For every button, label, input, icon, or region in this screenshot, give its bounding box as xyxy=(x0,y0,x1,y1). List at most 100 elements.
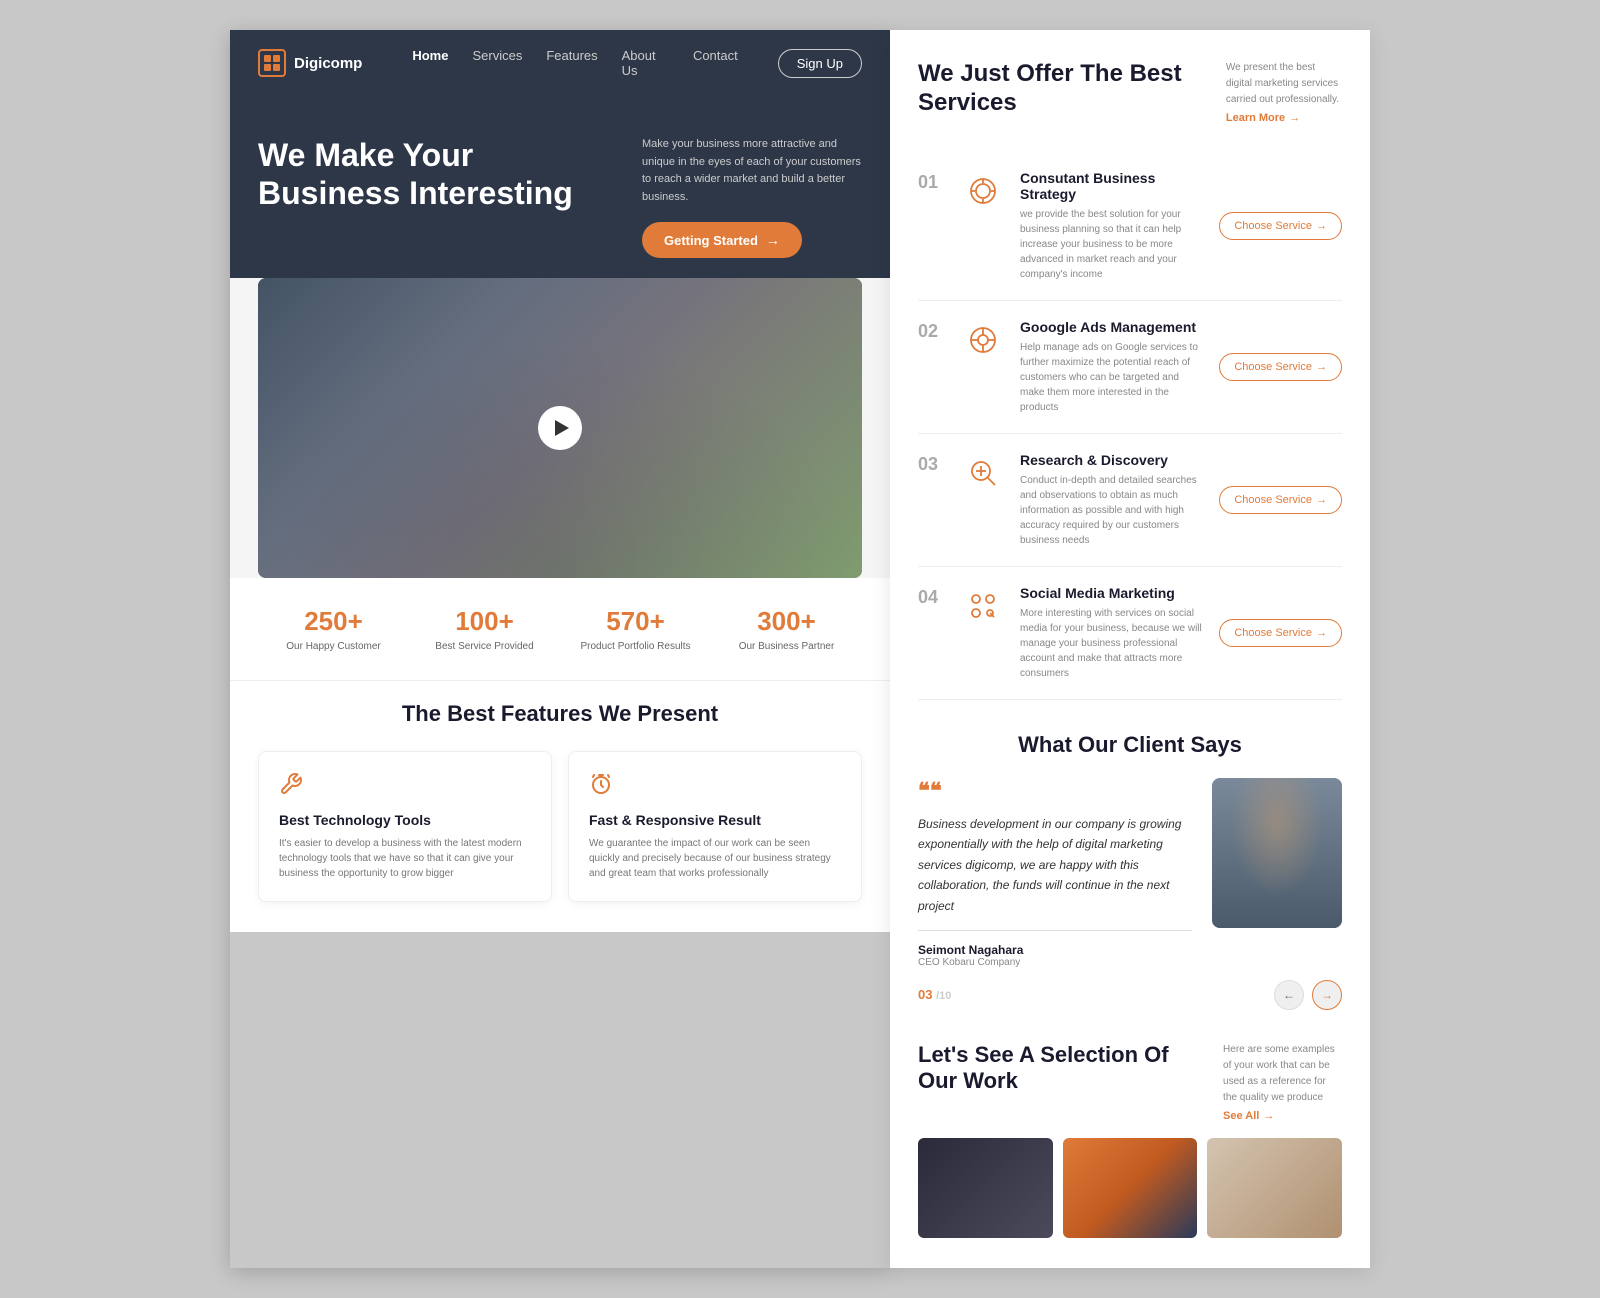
wrench-icon xyxy=(279,772,531,802)
hero-description: Make your business more attractive and u… xyxy=(642,136,862,206)
stat-portfolio: 570+ Product Portfolio Results xyxy=(560,606,711,652)
service-desc-2: Help manage ads on Google services to fu… xyxy=(1020,340,1203,415)
service-number-4: 04 xyxy=(918,587,946,608)
social-icon xyxy=(962,585,1004,627)
service-name-3: Research & Discovery xyxy=(1020,452,1203,468)
right-panel: We Just Offer The Best Services We prese… xyxy=(890,30,1370,1268)
hero-right: Make your business more attractive and u… xyxy=(642,136,862,258)
stat-partners: 300+ Our Business Partner xyxy=(711,606,862,652)
next-testimonial[interactable]: → xyxy=(1312,980,1342,1010)
stats-section: 250+ Our Happy Customer 100+ Best Servic… xyxy=(230,578,890,680)
arrow-icon: → xyxy=(766,232,780,248)
left-panel: Digicomp Home Services Features About Us… xyxy=(230,30,890,1268)
testimonial-role: CEO Kobaru Company xyxy=(918,957,1192,968)
feature-desc-tech: It's easier to develop a business with t… xyxy=(279,836,531,881)
service-item-2: 02 Gooogle Ads Management Help manage ad… xyxy=(918,301,1342,434)
services-description: We present the best digital marketing se… xyxy=(1226,60,1342,108)
service-number-3: 03 xyxy=(918,454,946,475)
search-icon xyxy=(962,452,1004,494)
timer-icon xyxy=(589,772,841,802)
choose-service-2[interactable]: Choose Service → xyxy=(1219,353,1342,381)
nav-services[interactable]: Services xyxy=(472,48,522,78)
navbar: Digicomp Home Services Features About Us… xyxy=(230,30,890,96)
video-container xyxy=(258,278,862,578)
choose-arrow-2: → xyxy=(1316,361,1327,373)
stat-label-partners: Our Business Partner xyxy=(711,641,862,652)
portfolio-intro: Here are some examples of your work that… xyxy=(1223,1042,1342,1122)
service-number-2: 02 xyxy=(918,321,946,342)
stat-customers: 250+ Our Happy Customer xyxy=(258,606,409,652)
service-number-1: 01 xyxy=(918,172,946,193)
stat-services: 100+ Best Service Provided xyxy=(409,606,560,652)
see-all-link[interactable]: See All → xyxy=(1223,1110,1342,1122)
feature-card-fast: Fast & Responsive Result We guarantee th… xyxy=(568,751,862,902)
services-list: 01 Consutant Business Strategy we provid… xyxy=(918,152,1342,700)
portfolio-item-2[interactable] xyxy=(1063,1138,1198,1238)
services-intro: We present the best digital marketing se… xyxy=(1226,60,1342,124)
google-icon xyxy=(962,319,1004,361)
nav-contact[interactable]: Contact xyxy=(693,48,738,78)
service-name-4: Social Media Marketing xyxy=(1020,585,1203,601)
service-content-1: Consutant Business Strategy we provide t… xyxy=(1020,170,1203,282)
testimonial-title: What Our Client Says xyxy=(918,732,1342,758)
stat-number-portfolio: 570+ xyxy=(560,606,711,637)
feature-desc-fast: We guarantee the impact of our work can … xyxy=(589,836,841,881)
video-section xyxy=(230,278,890,578)
choose-arrow-1: → xyxy=(1316,220,1327,232)
service-desc-1: we provide the best solution for your bu… xyxy=(1020,207,1203,282)
choose-service-4[interactable]: Choose Service → xyxy=(1219,619,1342,647)
portfolio-description: Here are some examples of your work that… xyxy=(1223,1042,1342,1106)
testimonial-quote: Business development in our company is g… xyxy=(918,814,1192,916)
portfolio-title: Let's See A Selection Of Our Work xyxy=(918,1042,1183,1095)
brand-name: Digicomp xyxy=(294,55,362,72)
see-all-arrow: → xyxy=(1263,1110,1274,1122)
stat-number-services: 100+ xyxy=(409,606,560,637)
portfolio-section: Let's See A Selection Of Our Work Here a… xyxy=(918,1042,1342,1238)
stat-number-partners: 300+ xyxy=(711,606,862,637)
service-desc-3: Conduct in-depth and detailed searches a… xyxy=(1020,473,1203,548)
choose-arrow-4: → xyxy=(1316,627,1327,639)
feature-card-tech: Best Technology Tools It's easier to dev… xyxy=(258,751,552,902)
prev-testimonial[interactable]: ← xyxy=(1274,980,1304,1010)
counter-current: 03 xyxy=(918,987,932,1002)
service-content-4: Social Media Marketing More interesting … xyxy=(1020,585,1203,681)
testimonial-divider xyxy=(918,930,1192,931)
cta-button[interactable]: Getting Started → xyxy=(642,222,802,258)
nav-home[interactable]: Home xyxy=(412,48,448,78)
service-item-3: 03 Research & Discovery Conduct in-depth… xyxy=(918,434,1342,567)
signup-button[interactable]: Sign Up xyxy=(778,49,862,78)
service-desc-4: More interesting with services on social… xyxy=(1020,606,1203,681)
testimonial-footer: 03 /10 ← → xyxy=(918,980,1342,1010)
testimonial-image xyxy=(1212,778,1342,928)
nav-features[interactable]: Features xyxy=(546,48,597,78)
hero-title: We Make Your Business Interesting xyxy=(258,136,622,213)
testimonial-nav: ← → xyxy=(1274,980,1342,1010)
service-item-1: 01 Consutant Business Strategy we provid… xyxy=(918,152,1342,301)
testimonial-author: Seimont Nagahara xyxy=(918,943,1192,957)
hero-left: We Make Your Business Interesting xyxy=(258,136,622,258)
learn-more-arrow: → xyxy=(1289,112,1300,124)
features-grid: Best Technology Tools It's easier to dev… xyxy=(258,751,862,902)
learn-more-link[interactable]: Learn More → xyxy=(1226,112,1342,124)
testimonial-section: What Our Client Says ❝❝ Business develop… xyxy=(918,732,1342,1010)
nav-about[interactable]: About Us xyxy=(622,48,669,78)
choose-service-1[interactable]: Choose Service → xyxy=(1219,212,1342,240)
target-icon xyxy=(962,170,1004,212)
testimonial-counter: 03 /10 xyxy=(918,987,951,1002)
stat-label-portfolio: Product Portfolio Results xyxy=(560,641,711,652)
portfolio-item-3[interactable] xyxy=(1207,1138,1342,1238)
service-content-3: Research & Discovery Conduct in-depth an… xyxy=(1020,452,1203,548)
testimonial-content: ❝❝ Business development in our company i… xyxy=(918,778,1342,968)
quote-icon: ❝❝ xyxy=(918,778,1192,804)
services-title: We Just Offer The Best Services xyxy=(918,60,1186,118)
choose-service-3[interactable]: Choose Service → xyxy=(1219,486,1342,514)
stat-number-customers: 250+ xyxy=(258,606,409,637)
testimonial-text-area: ❝❝ Business development in our company i… xyxy=(918,778,1192,968)
play-button[interactable] xyxy=(538,406,582,450)
counter-total: /10 xyxy=(936,990,951,1002)
service-name-2: Gooogle Ads Management xyxy=(1020,319,1203,335)
portfolio-item-1[interactable] xyxy=(918,1138,1053,1238)
logo: Digicomp xyxy=(258,49,362,77)
features-title: The Best Features We Present xyxy=(258,701,862,727)
services-header: We Just Offer The Best Services We prese… xyxy=(918,60,1342,124)
